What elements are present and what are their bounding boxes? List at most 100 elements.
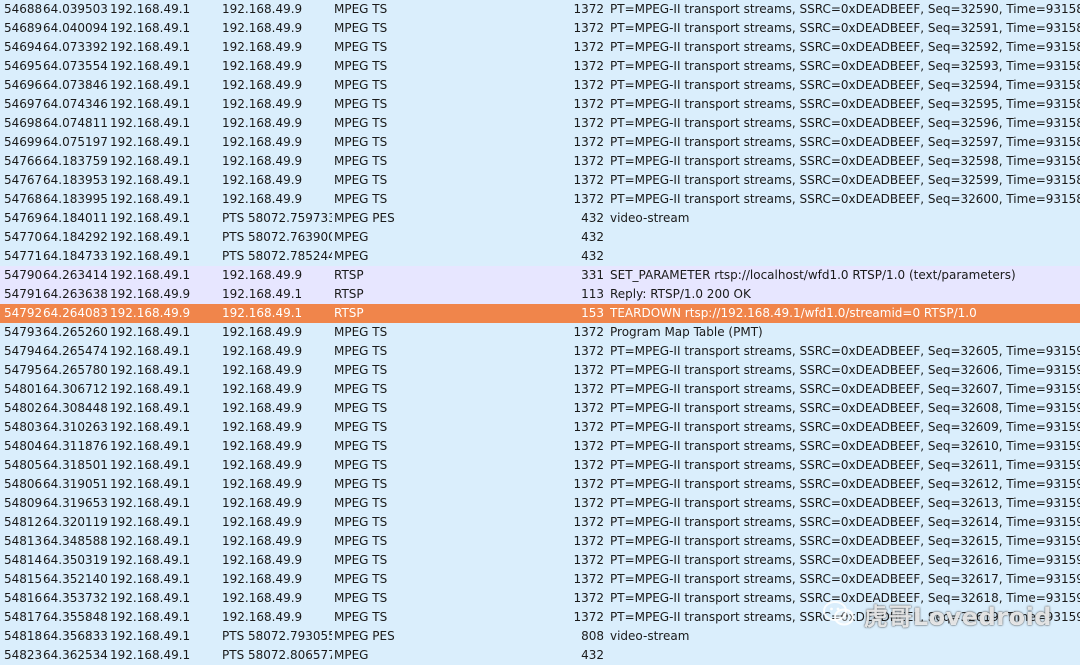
packet-info: PT=MPEG-II transport streams, SSRC=0xDEA… <box>610 173 1080 187</box>
packet-number: 54791 <box>4 287 42 301</box>
packet-row[interactable]: 54804 64.311876 192.168.49.1 192.168.49.… <box>0 437 1080 456</box>
packet-info: PT=MPEG-II transport streams, SSRC=0xDEA… <box>610 154 1080 168</box>
packet-row[interactable]: 54813 64.348588 192.168.49.1 192.168.49.… <box>0 532 1080 551</box>
packet-info: PT=MPEG-II transport streams, SSRC=0xDEA… <box>610 458 1080 472</box>
packet-length: 1372 <box>573 78 604 92</box>
packet-destination: 192.168.49.9 <box>222 553 303 567</box>
packet-row[interactable]: 54803 64.310263 192.168.49.1 192.168.49.… <box>0 418 1080 437</box>
packet-row[interactable]: 54823 64.362534 192.168.49.1 PTS 58072.8… <box>0 646 1080 665</box>
packet-protocol: MPEG TS <box>334 591 388 605</box>
packet-row[interactable]: 54766 64.183759 192.168.49.1 192.168.49.… <box>0 152 1080 171</box>
packet-destination: 192.168.49.9 <box>222 439 303 453</box>
packet-length: 432 <box>581 648 604 662</box>
packet-row[interactable]: 54770 64.184292 192.168.49.1 PTS 58072.7… <box>0 228 1080 247</box>
packet-destination: PTS 58072.8065777 <box>222 648 332 662</box>
packet-row[interactable]: 54814 64.350319 192.168.49.1 192.168.49.… <box>0 551 1080 570</box>
packet-row[interactable]: 54809 64.319653 192.168.49.1 192.168.49.… <box>0 494 1080 513</box>
packet-length: 1372 <box>573 553 604 567</box>
packet-protocol: MPEG <box>334 230 369 244</box>
packet-destination: 192.168.49.9 <box>222 268 303 282</box>
packet-info: PT=MPEG-II transport streams, SSRC=0xDEA… <box>610 553 1080 567</box>
packet-row[interactable]: 54694 64.073392 192.168.49.1 192.168.49.… <box>0 38 1080 57</box>
packet-number: 54697 <box>4 97 42 111</box>
packet-length: 1372 <box>573 135 604 149</box>
packet-protocol: MPEG TS <box>334 363 388 377</box>
packet-number: 54823 <box>4 648 42 662</box>
packet-length: 113 <box>581 287 604 301</box>
packet-row[interactable]: 54698 64.074811 192.168.49.1 192.168.49.… <box>0 114 1080 133</box>
packet-row[interactable]: 54806 64.319051 192.168.49.1 192.168.49.… <box>0 475 1080 494</box>
packet-destination: 192.168.49.9 <box>222 135 303 149</box>
packet-row[interactable]: 54795 64.265780 192.168.49.1 192.168.49.… <box>0 361 1080 380</box>
packet-protocol: MPEG TS <box>334 116 388 130</box>
packet-number: 54803 <box>4 420 42 434</box>
packet-destination: 192.168.49.9 <box>222 2 303 16</box>
packet-number: 54816 <box>4 591 42 605</box>
packet-source: 192.168.49.1 <box>110 648 191 662</box>
packet-source: 192.168.49.1 <box>110 496 191 510</box>
packet-destination: 192.168.49.9 <box>222 382 303 396</box>
packet-length: 1372 <box>573 477 604 491</box>
packet-source: 192.168.49.1 <box>110 154 191 168</box>
packet-row[interactable]: 54697 64.074346 192.168.49.1 192.168.49.… <box>0 95 1080 114</box>
packet-protocol: MPEG TS <box>334 401 388 415</box>
packet-number: 54815 <box>4 572 42 586</box>
packet-row[interactable]: 54816 64.353732 192.168.49.1 192.168.49.… <box>0 589 1080 608</box>
packet-source: 192.168.49.9 <box>110 306 191 320</box>
packet-protocol: MPEG TS <box>334 97 388 111</box>
packet-destination: 192.168.49.9 <box>222 458 303 472</box>
packet-info: PT=MPEG-II transport streams, SSRC=0xDEA… <box>610 572 1080 586</box>
packet-row[interactable]: 54801 64.306712 192.168.49.1 192.168.49.… <box>0 380 1080 399</box>
packet-row[interactable]: 54768 64.183995 192.168.49.1 192.168.49.… <box>0 190 1080 209</box>
packet-number: 54801 <box>4 382 42 396</box>
packet-time: 64.075197 <box>43 135 108 149</box>
packet-info: PT=MPEG-II transport streams, SSRC=0xDEA… <box>610 591 1080 605</box>
packet-number: 54769 <box>4 211 42 225</box>
packet-length: 1372 <box>573 363 604 377</box>
packet-length: 1372 <box>573 382 604 396</box>
packet-row[interactable]: 54699 64.075197 192.168.49.1 192.168.49.… <box>0 133 1080 152</box>
packet-row[interactable]: 54815 64.352140 192.168.49.1 192.168.49.… <box>0 570 1080 589</box>
packet-time: 64.184292 <box>43 230 108 244</box>
packet-row[interactable]: 54793 64.265260 192.168.49.1 192.168.49.… <box>0 323 1080 342</box>
packet-number: 54805 <box>4 458 42 472</box>
packet-source: 192.168.49.1 <box>110 420 191 434</box>
packet-row[interactable]: 54790 64.263414 192.168.49.1 192.168.49.… <box>0 266 1080 285</box>
packet-number: 54813 <box>4 534 42 548</box>
packet-row-selected[interactable]: 54792 64.264083 192.168.49.9 192.168.49.… <box>0 304 1080 323</box>
packet-row[interactable]: 54696 64.073846 192.168.49.1 192.168.49.… <box>0 76 1080 95</box>
packet-length: 1372 <box>573 59 604 73</box>
packet-protocol: MPEG TS <box>334 610 388 624</box>
packet-row[interactable]: 54688 64.039503 192.168.49.1 192.168.49.… <box>0 0 1080 19</box>
packet-row[interactable]: 54769 64.184011 192.168.49.1 PTS 58072.7… <box>0 209 1080 228</box>
packet-length: 1372 <box>573 515 604 529</box>
packet-length: 1372 <box>573 21 604 35</box>
packet-number: 54696 <box>4 78 42 92</box>
packet-row[interactable]: 54805 64.318501 192.168.49.1 192.168.49.… <box>0 456 1080 475</box>
packet-time: 64.319653 <box>43 496 108 510</box>
packet-row[interactable]: 54794 64.265474 192.168.49.1 192.168.49.… <box>0 342 1080 361</box>
packet-info: PT=MPEG-II transport streams, SSRC=0xDEA… <box>610 420 1080 434</box>
packet-row[interactable]: 54817 64.355848 192.168.49.1 192.168.49.… <box>0 608 1080 627</box>
packet-destination: PTS 58072.7852444 <box>222 249 332 263</box>
packet-row[interactable]: 54695 64.073554 192.168.49.1 192.168.49.… <box>0 57 1080 76</box>
packet-time: 64.183759 <box>43 154 108 168</box>
packet-source: 192.168.49.1 <box>110 40 191 54</box>
packet-protocol: MPEG TS <box>334 192 388 206</box>
packet-destination: 192.168.49.1 <box>222 287 303 301</box>
packet-info: PT=MPEG-II transport streams, SSRC=0xDEA… <box>610 78 1080 92</box>
packet-row[interactable]: 54802 64.308448 192.168.49.1 192.168.49.… <box>0 399 1080 418</box>
packet-number: 54694 <box>4 40 42 54</box>
packet-row[interactable]: 54791 64.263638 192.168.49.9 192.168.49.… <box>0 285 1080 304</box>
packet-row[interactable]: 54812 64.320119 192.168.49.1 192.168.49.… <box>0 513 1080 532</box>
packet-source: 192.168.49.1 <box>110 268 191 282</box>
packet-row[interactable]: 54818 64.356833 192.168.49.1 PTS 58072.7… <box>0 627 1080 646</box>
packet-row[interactable]: 54771 64.184733 192.168.49.1 PTS 58072.7… <box>0 247 1080 266</box>
packet-destination: 192.168.49.9 <box>222 78 303 92</box>
packet-protocol: MPEG TS <box>334 534 388 548</box>
packet-number: 54804 <box>4 439 42 453</box>
packet-source: 192.168.49.1 <box>110 116 191 130</box>
packet-time: 64.352140 <box>43 572 108 586</box>
packet-row[interactable]: 54689 64.040094 192.168.49.1 192.168.49.… <box>0 19 1080 38</box>
packet-row[interactable]: 54767 64.183953 192.168.49.1 192.168.49.… <box>0 171 1080 190</box>
